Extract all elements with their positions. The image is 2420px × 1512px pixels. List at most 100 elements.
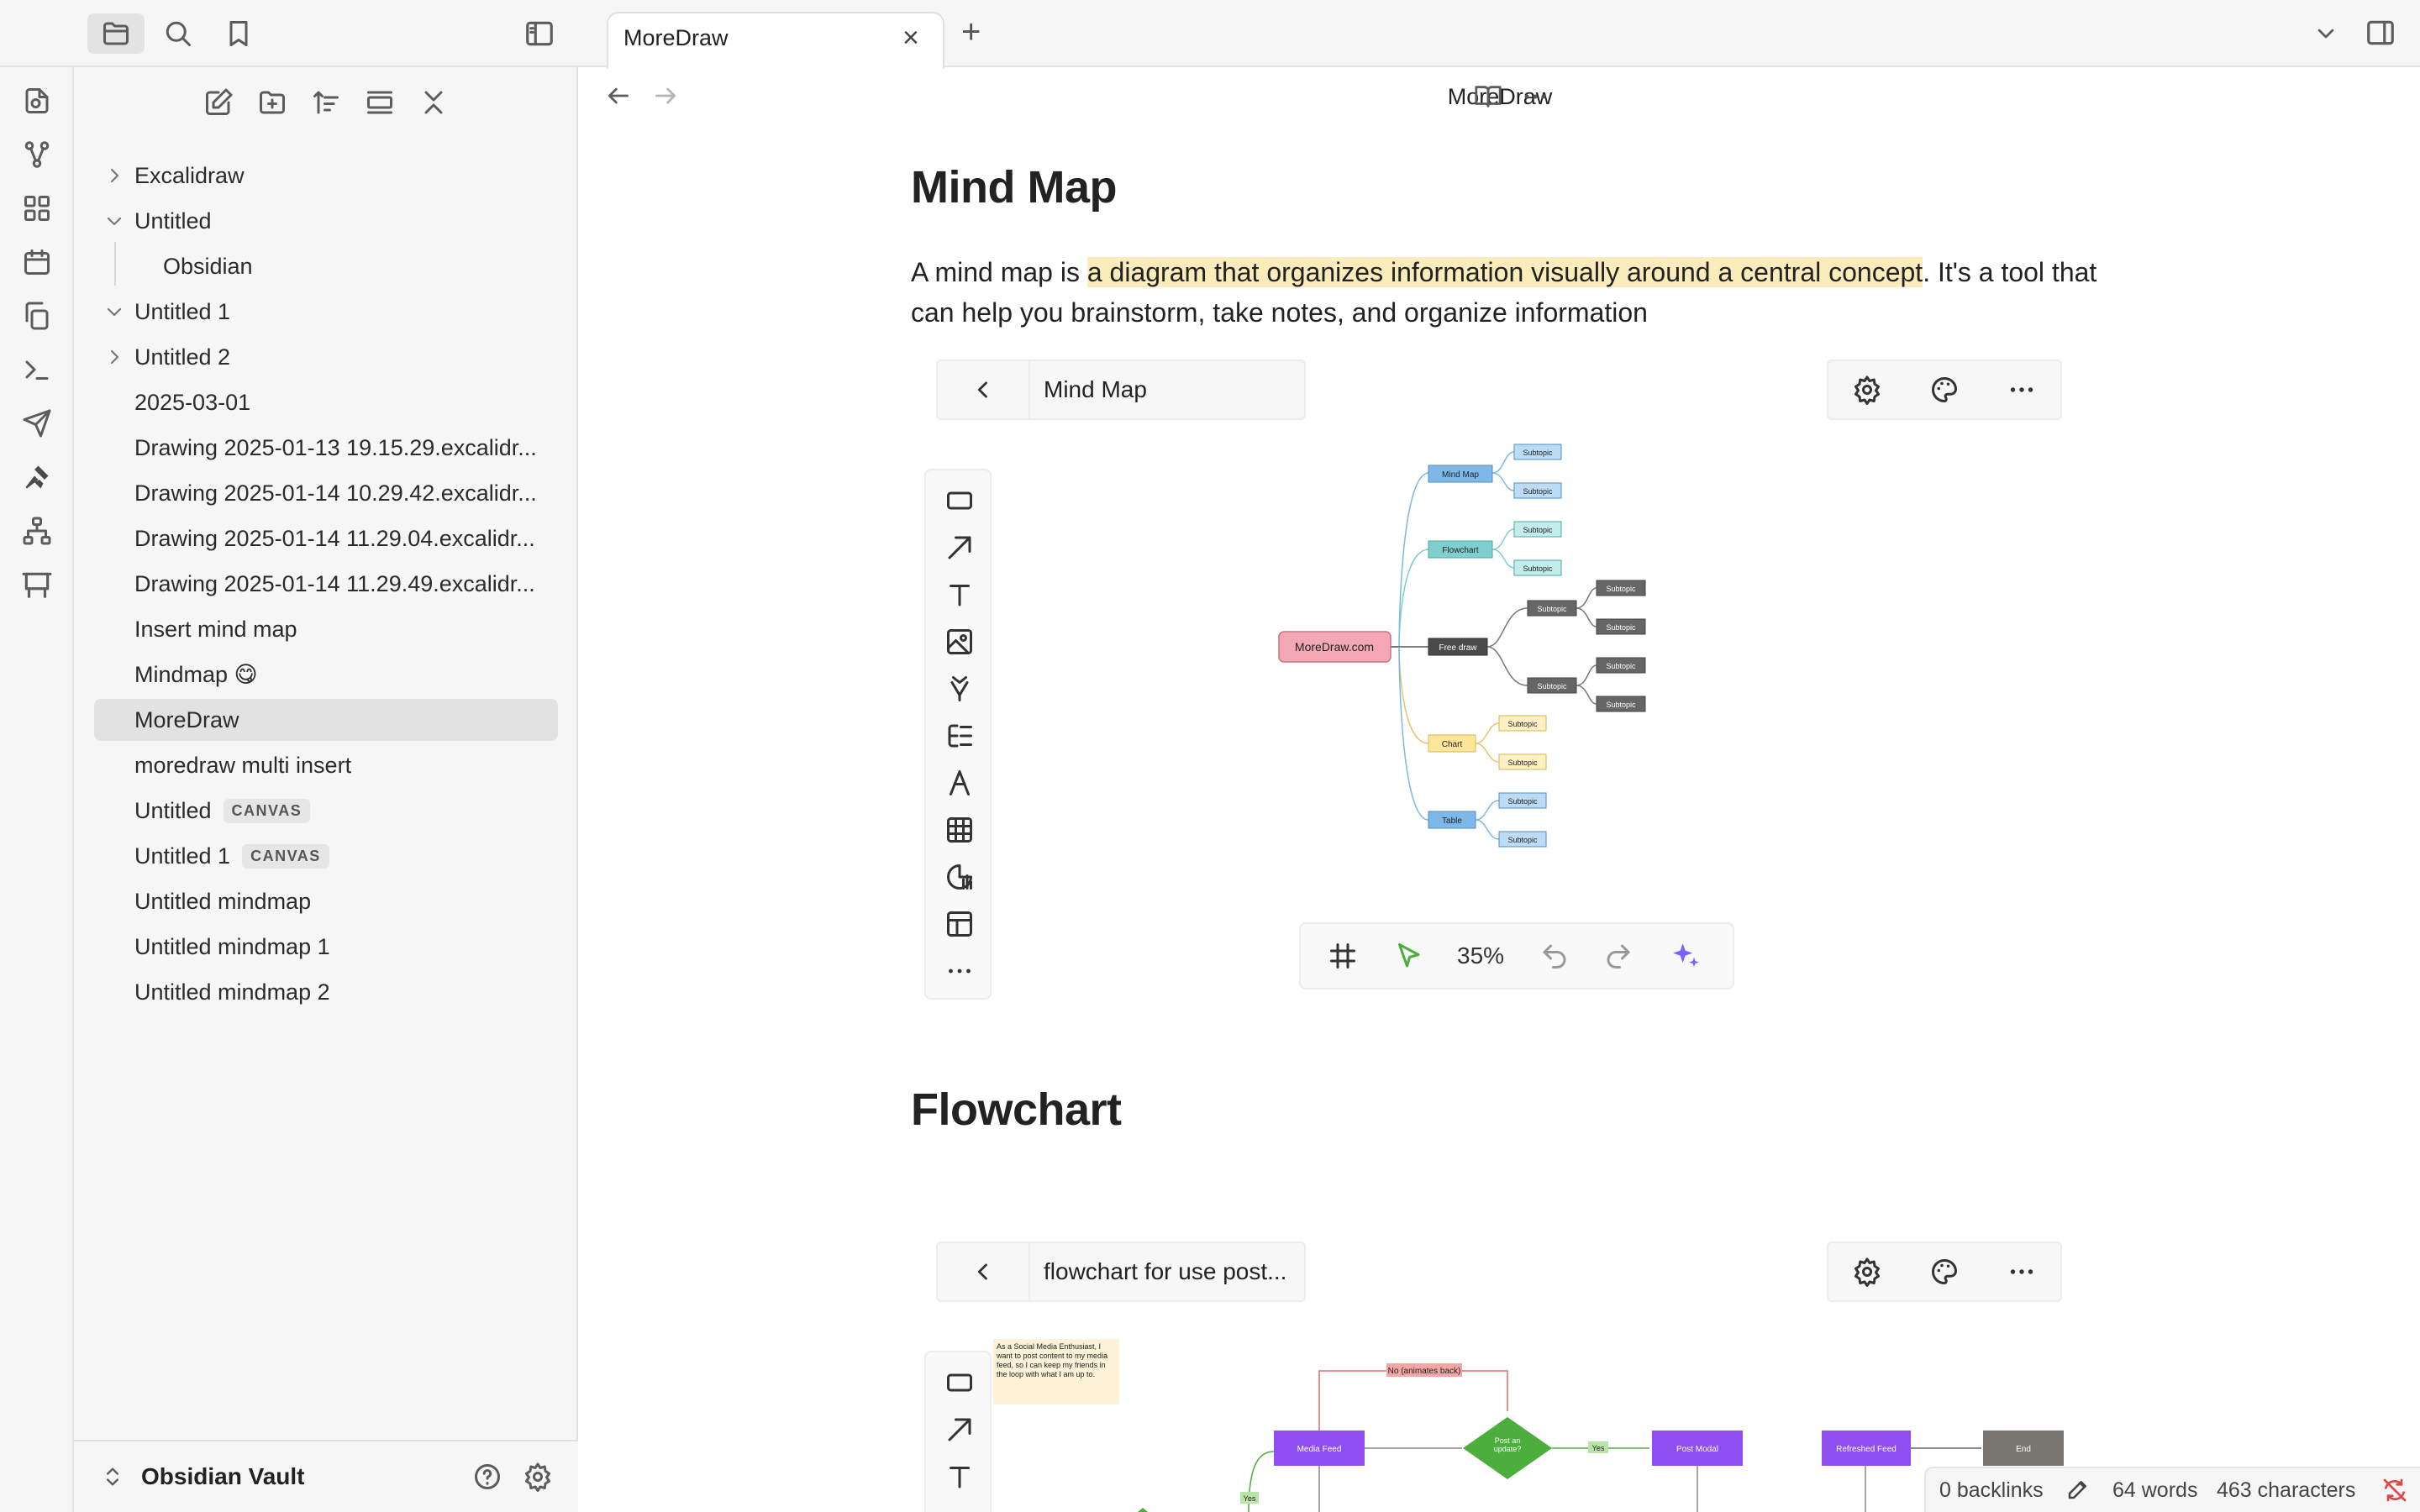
- file-tree-item[interactable]: Untitled mindmap 2: [94, 971, 558, 1013]
- file-tree-item[interactable]: Untitled CANVAS: [94, 790, 558, 832]
- file-tree-item[interactable]: moredraw multi insert: [94, 744, 558, 786]
- file-tree-item[interactable]: Untitled mindmap: [94, 880, 558, 922]
- embed-palette-icon[interactable]: [1929, 1257, 1960, 1287]
- send-icon[interactable]: [18, 405, 55, 442]
- mindmap-tool-icon[interactable]: [941, 717, 978, 754]
- collapse-all-icon[interactable]: [413, 82, 454, 123]
- new-tab-icon[interactable]: +: [961, 15, 981, 49]
- file-tree-item[interactable]: Drawing 2025-01-14 10.29.42.excalidr...: [94, 472, 558, 514]
- bookmark-icon[interactable]: [210, 13, 267, 54]
- file-tree-item[interactable]: Untitled: [94, 200, 558, 242]
- file-tree-item[interactable]: Drawing 2025-01-13 19.15.29.excalidr...: [94, 427, 558, 469]
- file-tree-item[interactable]: Mindmap 😋: [94, 654, 558, 696]
- file-tree-item[interactable]: Drawing 2025-01-14 11.29.04.excalidr...: [94, 517, 558, 559]
- mindmap-canvas[interactable]: MoreDraw.com Mind Map Flowchart Free dra…: [1260, 437, 1697, 865]
- right-sidebar-toggle-icon[interactable]: [2365, 17, 2396, 49]
- open-quick-switcher-icon[interactable]: [18, 82, 55, 119]
- text-tool-icon[interactable]: [941, 1458, 978, 1495]
- vault-switcher-bar: Obsidian Vault: [74, 1440, 578, 1512]
- graph-view-icon[interactable]: [18, 136, 55, 173]
- embed-settings-icon[interactable]: [1852, 1257, 1882, 1287]
- embed-back-icon[interactable]: [938, 361, 1030, 418]
- file-tree-item-label: Drawing 2025-01-14 11.29.04.excalidr...: [134, 525, 535, 551]
- pen-tool-icon[interactable]: [941, 670, 978, 707]
- select-cursor-icon[interactable]: [1393, 941, 1423, 971]
- tab-moredraw[interactable]: MoreDraw ×: [607, 12, 944, 69]
- undo-icon[interactable]: [1539, 941, 1570, 971]
- canvas-grid-icon[interactable]: [18, 190, 55, 227]
- edit-mode-pencil-icon[interactable]: [2065, 1477, 2091, 1502]
- embed-header-flowchart: flowchart for use post...: [936, 1242, 1306, 1302]
- frame-icon[interactable]: [1328, 941, 1358, 971]
- sitemap-icon[interactable]: [18, 512, 55, 549]
- image-tool-icon[interactable]: [941, 623, 978, 660]
- vault-name[interactable]: Obsidian Vault: [141, 1463, 304, 1490]
- embed-back-icon[interactable]: [938, 1243, 1030, 1300]
- presentation-board-icon[interactable]: [18, 566, 55, 603]
- indent-guide: [114, 242, 116, 286]
- file-tree-item[interactable]: Drawing 2025-01-14 11.29.49.excalidr...: [94, 563, 558, 605]
- embed-settings-icon[interactable]: [1852, 375, 1882, 405]
- chevron-right-icon[interactable]: [94, 165, 134, 186]
- sort-order-icon[interactable]: [306, 82, 346, 123]
- layout-tool-icon[interactable]: [941, 906, 978, 942]
- ai-sparkle-icon[interactable]: [1669, 939, 1702, 973]
- embed-more-icon[interactable]: [2007, 375, 2037, 405]
- embed-more-icon[interactable]: [2007, 1257, 2037, 1287]
- settings-gear-icon[interactable]: [523, 1462, 553, 1492]
- chart-tool-icon[interactable]: [941, 858, 978, 895]
- file-explorer-folder-icon[interactable]: [87, 13, 145, 54]
- rectangle-tool-icon[interactable]: [941, 482, 978, 519]
- tab-close-icon[interactable]: ×: [902, 24, 919, 52]
- new-folder-icon[interactable]: [252, 82, 292, 123]
- sidebar-header: [0, 0, 578, 67]
- sync-error-icon[interactable]: [2381, 1477, 2408, 1504]
- arrow-tool-icon[interactable]: [941, 1411, 978, 1448]
- redo-icon[interactable]: [1603, 941, 1634, 971]
- file-tree-item[interactable]: Untitled 2: [94, 336, 558, 378]
- para-text-1: A mind map is: [911, 257, 1087, 287]
- more-tools-icon[interactable]: [941, 953, 978, 990]
- file-tree-item[interactable]: Untitled mindmap 1: [94, 926, 558, 968]
- reading-mode-icon[interactable]: [1474, 82, 1502, 111]
- search-icon[interactable]: [150, 13, 207, 54]
- ribbon: [0, 67, 74, 1512]
- embed-palette-icon[interactable]: [1929, 375, 1960, 405]
- chevron-down-icon[interactable]: [94, 302, 134, 322]
- chevron-right-icon[interactable]: [94, 347, 134, 367]
- calendar-icon[interactable]: [18, 244, 55, 281]
- file-tree-item-label: Untitled: [134, 797, 212, 823]
- vault-switch-icon[interactable]: [101, 1465, 124, 1488]
- file-tree-item[interactable]: 2025-03-01: [94, 381, 558, 423]
- zoom-level[interactable]: 35%: [1457, 942, 1504, 969]
- help-icon[interactable]: [472, 1462, 502, 1492]
- file-tree-item[interactable]: Untitled 1: [94, 291, 558, 333]
- copy-pages-icon[interactable]: [18, 297, 55, 334]
- file-tree-item[interactable]: Excalidraw: [94, 155, 558, 197]
- embed-title[interactable]: flowchart for use post...: [1030, 1258, 1286, 1285]
- text-tool-icon[interactable]: [941, 576, 978, 613]
- auto-reveal-icon[interactable]: [360, 82, 400, 123]
- embed-title[interactable]: Mind Map: [1030, 376, 1147, 403]
- sidebar-toggle-icon[interactable]: [511, 13, 568, 54]
- excalidraw-icon[interactable]: [18, 459, 55, 496]
- file-tree-item[interactable]: Untitled 1 CANVAS: [94, 835, 558, 877]
- file-tree-item[interactable]: Obsidian: [124, 245, 558, 287]
- file-tree-item-label: MoreDraw: [134, 706, 239, 732]
- terminal-icon[interactable]: [18, 351, 55, 388]
- backlinks-count[interactable]: 0 backlinks: [1939, 1478, 2044, 1503]
- file-tree-item[interactable]: Insert mind map: [94, 608, 558, 650]
- file-tree-item[interactable]: MoreDraw: [94, 699, 558, 741]
- tab-list-chevron-icon[interactable]: [2312, 20, 2339, 47]
- chevron-down-icon[interactable]: [94, 211, 134, 231]
- compass-tool-icon[interactable]: [941, 764, 978, 801]
- rectangle-tool-icon[interactable]: [941, 1364, 978, 1401]
- arrow-tool-icon[interactable]: [941, 529, 978, 566]
- flowchart-canvas[interactable]: As a Social Media Enthusiast, I want to …: [992, 1336, 2075, 1512]
- new-note-icon[interactable]: [198, 82, 239, 123]
- yes-label-2: Yes: [1244, 1494, 1256, 1503]
- table-tool-icon[interactable]: [941, 811, 978, 848]
- file-tree-item-label: Untitled mindmap: [134, 888, 312, 914]
- subtopic-label: Subtopic: [1523, 449, 1553, 457]
- more-options-icon[interactable]: [1521, 82, 1549, 111]
